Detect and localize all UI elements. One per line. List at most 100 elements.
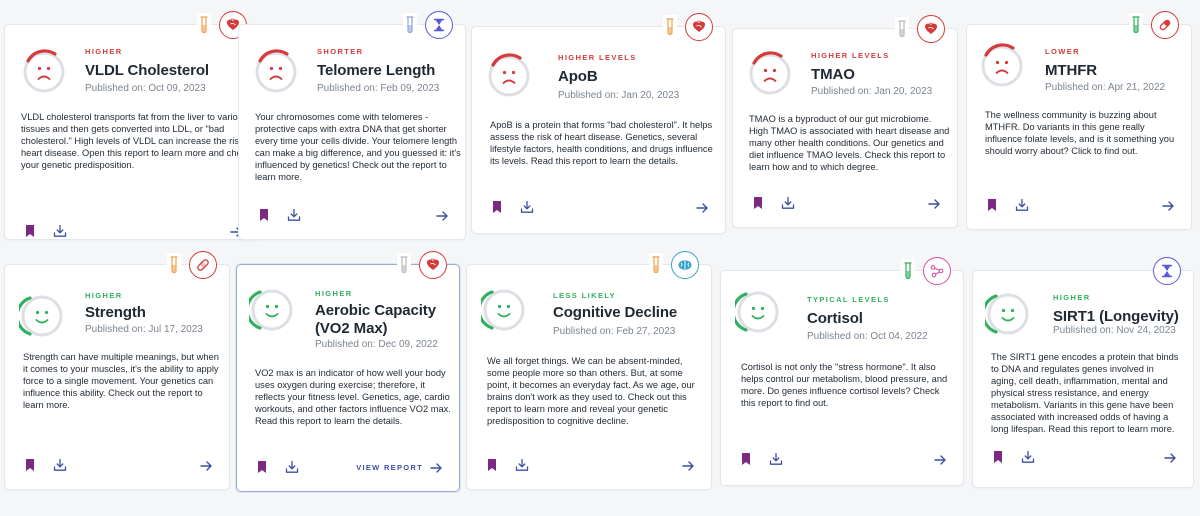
bookmark-icon[interactable]: [985, 198, 999, 212]
download-icon[interactable]: [781, 196, 795, 210]
card-top-icons: [167, 251, 217, 279]
level-label: HIGHER: [85, 291, 123, 300]
level-label: HIGHER: [1053, 293, 1091, 302]
level-label: HIGHER: [315, 289, 353, 298]
report-description: ApoB is a protein that forms "bad choles…: [490, 120, 713, 166]
report-card[interactable]: HIGHER Aerobic Capacity (VO2 Max) Publishe…: [236, 251, 460, 492]
arrow-right-icon[interactable]: [696, 201, 709, 213]
sad-face-icon: [486, 53, 532, 99]
report-description: Your chromosomes come with telomeres - p…: [255, 112, 461, 182]
level-label: HIGHER LEVELS: [558, 53, 637, 62]
brain-icon: [671, 251, 699, 279]
card-top-icons: [1129, 11, 1179, 39]
report-description: VLDL cholesterol transports fat from the…: [21, 112, 254, 170]
bookmark-icon[interactable]: [490, 200, 504, 214]
level-label: HIGHER: [85, 47, 123, 56]
molecule-icon: [923, 257, 951, 285]
bookmark-icon[interactable]: [23, 458, 37, 472]
arrow-right-icon[interactable]: [928, 197, 941, 209]
test-tube-icon: [397, 253, 411, 277]
download-icon[interactable]: [515, 458, 529, 472]
report-card[interactable]: HIGHER VLDL Cholesterol Published on: Oct …: [4, 11, 260, 240]
report-card[interactable]: HIGHER LEVELS ApoB Published on: Jan 20, 2…: [471, 13, 726, 234]
arrow-right-icon[interactable]: [1162, 199, 1175, 211]
bookmark-icon[interactable]: [255, 460, 269, 474]
happy-face-icon: [15, 293, 65, 339]
report-card[interactable]: LOWER MTHFR Published on: Apr 21, 2022 The …: [966, 11, 1192, 230]
report-title: Cortisol: [807, 310, 863, 327]
report-title: Cognitive Decline: [553, 304, 678, 321]
arrow-right-icon[interactable]: [430, 461, 443, 473]
card-top-icons: [403, 11, 453, 39]
happy-face-icon: [477, 287, 527, 333]
test-tube-icon: [901, 259, 915, 283]
test-tube-icon: [649, 253, 663, 277]
happy-face-icon: [245, 287, 295, 333]
report-description: The wellness community is buzzing about …: [985, 110, 1175, 156]
download-icon[interactable]: [53, 458, 67, 472]
report-card[interactable]: HIGHER Strength Published on: Jul 17, 2023…: [4, 251, 230, 490]
heart-icon: [685, 13, 713, 41]
pill-icon: [1151, 11, 1179, 39]
report-title: ApoB: [558, 68, 598, 85]
card-top-icons: [649, 251, 699, 279]
download-icon[interactable]: [1021, 450, 1035, 464]
report-card[interactable]: TYPICAL LEVELS Cortisol Published on: Oct …: [720, 257, 964, 486]
report-card[interactable]: HIGHER LEVELS TMAO Published on: Jan 20, 2…: [732, 15, 958, 228]
card-top-icons: [901, 257, 951, 285]
report-description: TMAO is a byproduct of our gut microbiom…: [749, 114, 950, 172]
test-tube-icon: [167, 253, 181, 277]
bookmark-icon[interactable]: [991, 450, 1005, 464]
bookmark-icon[interactable]: [751, 196, 765, 210]
report-description: VO2 max is an indicator of how well your…: [255, 368, 451, 426]
bookmark-icon[interactable]: [739, 452, 753, 466]
sad-face-icon: [979, 43, 1025, 89]
report-card[interactable]: SHORTER Telomere Length Published on: Feb …: [238, 11, 466, 240]
report-card[interactable]: LESS LIKELY Cognitive Decline Published on…: [466, 251, 712, 490]
download-icon[interactable]: [53, 224, 67, 238]
published-date: Published on: Jul 17, 2023: [85, 324, 203, 335]
level-label: LESS LIKELY: [553, 291, 617, 300]
report-title: SIRT1 (Longevity): [1053, 308, 1179, 325]
sad-face-icon: [747, 51, 793, 97]
report-description: The SIRT1 gene encodes a protein that bi…: [991, 352, 1179, 434]
download-icon[interactable]: [520, 200, 534, 214]
arrow-right-icon[interactable]: [682, 459, 695, 471]
bandage-icon: [189, 251, 217, 279]
report-title: MTHFR: [1045, 62, 1097, 79]
happy-face-icon: [731, 289, 781, 335]
download-icon[interactable]: [287, 208, 301, 222]
card-top-icons: [397, 251, 447, 279]
level-label: LOWER: [1045, 47, 1080, 56]
published-date: Published on: Oct 04, 2022: [807, 331, 928, 342]
level-label: HIGHER LEVELS: [811, 51, 890, 60]
published-date: Published on: Apr 21, 2022: [1045, 82, 1166, 93]
card-top-icons: [1153, 257, 1181, 285]
heart-icon: [917, 15, 945, 43]
card-top-icons: [663, 13, 713, 41]
arrow-right-icon[interactable]: [200, 459, 213, 471]
report-description: Cortisol is not only the "stress hormone…: [741, 362, 948, 408]
arrow-right-icon[interactable]: [1164, 451, 1177, 463]
published-date: Published on: Oct 09, 2023: [85, 83, 206, 94]
download-icon[interactable]: [1015, 198, 1029, 212]
published-date: Published on: Jan 20, 2023: [558, 90, 680, 101]
published-date: Published on: Feb 09, 2023: [317, 83, 440, 94]
sad-face-icon: [21, 49, 67, 95]
arrow-right-icon[interactable]: [934, 453, 947, 465]
report-card[interactable]: HIGHER SIRT1 (Longevity) Published on: Nov…: [972, 257, 1194, 488]
level-label: SHORTER: [317, 47, 364, 56]
view-report-link[interactable]: VIEW REPORT: [356, 463, 423, 472]
card-top-icons: [895, 15, 945, 43]
bookmark-icon[interactable]: [485, 458, 499, 472]
arrow-right-icon[interactable]: [436, 209, 449, 221]
report-title: TMAO: [811, 66, 855, 83]
hourglass-icon: [1153, 257, 1181, 285]
heart-icon: [419, 251, 447, 279]
bookmark-icon[interactable]: [257, 208, 271, 222]
bookmark-icon[interactable]: [23, 224, 37, 238]
published-date: Published on: Jan 20, 2023: [811, 86, 933, 97]
download-icon[interactable]: [285, 460, 299, 474]
download-icon[interactable]: [769, 452, 783, 466]
report-title: Telomere Length: [317, 62, 436, 79]
